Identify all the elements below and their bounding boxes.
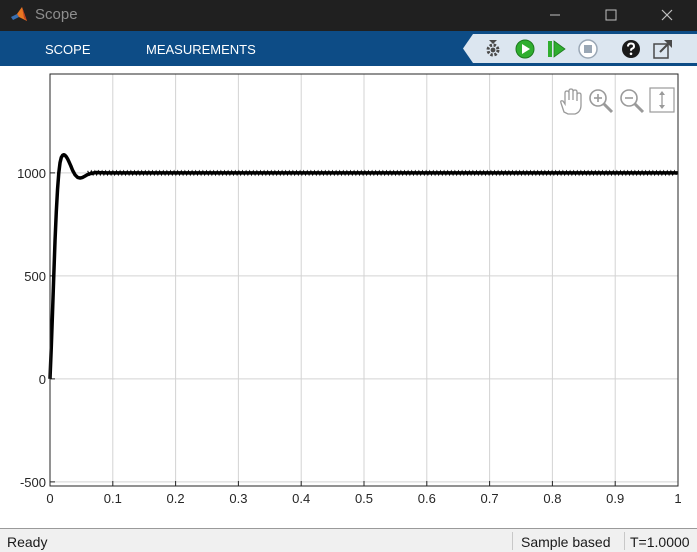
x-tick-label: 0.8 bbox=[543, 491, 561, 506]
status-separator bbox=[512, 532, 513, 550]
x-tick-label: 0.9 bbox=[606, 491, 624, 506]
x-tick-label: 0.4 bbox=[292, 491, 310, 506]
status-ready: Ready bbox=[7, 534, 48, 550]
x-tick-label: 0.3 bbox=[229, 491, 247, 506]
scope-display[interactable]: 0 0.1 0.2 0.3 0.4 0.5 0.6 0.7 0.8 0.9 1 -500 0 500 100… bbox=[0, 66, 697, 527]
status-time: T=1.0000 bbox=[630, 534, 690, 550]
tab-measurements[interactable]: MEASUREMENTS bbox=[146, 42, 256, 57]
maximize-icon bbox=[605, 9, 617, 21]
toolstrip: SCOPE MEASUREMENTS bbox=[0, 31, 697, 66]
x-tick-label: 0 bbox=[46, 491, 53, 506]
title-bar: Scope bbox=[0, 0, 697, 31]
x-tick-label: 1 bbox=[674, 491, 681, 506]
help-icon bbox=[622, 40, 640, 58]
undock-button[interactable] bbox=[652, 38, 674, 60]
y-tick-label: 0 bbox=[39, 372, 46, 387]
status-bar: Ready Sample based T=1.0000 bbox=[0, 528, 697, 552]
step-forward-icon bbox=[548, 40, 566, 58]
settings-gear-icon bbox=[486, 40, 500, 57]
zoom-y-button[interactable] bbox=[649, 87, 675, 113]
stop-icon bbox=[578, 39, 598, 59]
status-separator bbox=[624, 532, 625, 550]
x-tick-label: 0.7 bbox=[481, 491, 499, 506]
close-button[interactable] bbox=[644, 0, 690, 31]
status-mode: Sample based bbox=[521, 534, 611, 550]
x-tick-label: 0.6 bbox=[418, 491, 436, 506]
settings-button[interactable] bbox=[482, 38, 504, 60]
window-title: Scope bbox=[35, 6, 78, 23]
maximize-button[interactable] bbox=[588, 0, 634, 31]
undock-icon bbox=[653, 40, 672, 59]
signal-plot[interactable]: 0 0.1 0.2 0.3 0.4 0.5 0.6 0.7 0.8 0.9 1-5000500100… bbox=[0, 66, 697, 527]
y-tick-label: 500 bbox=[24, 269, 46, 284]
x-tick-label: 0.1 bbox=[104, 491, 122, 506]
help-button[interactable] bbox=[620, 38, 642, 60]
minimize-button[interactable] bbox=[532, 0, 578, 31]
minimize-icon bbox=[550, 14, 560, 16]
y-tick-label: -500 bbox=[20, 475, 46, 490]
x-tick-label: 0.5 bbox=[355, 491, 373, 506]
y-tick-label: 1000 bbox=[17, 166, 46, 181]
step-forward-button[interactable] bbox=[545, 38, 567, 60]
tab-scope[interactable]: SCOPE bbox=[45, 42, 91, 57]
x-tick-label: 0.2 bbox=[167, 491, 185, 506]
matlab-logo-icon bbox=[11, 7, 27, 21]
quick-access-toolbar bbox=[463, 34, 697, 63]
run-button[interactable] bbox=[514, 38, 536, 60]
zoom-y-icon bbox=[649, 87, 675, 113]
stop-button[interactable] bbox=[577, 38, 599, 60]
close-icon bbox=[661, 9, 673, 21]
run-icon bbox=[515, 39, 535, 59]
